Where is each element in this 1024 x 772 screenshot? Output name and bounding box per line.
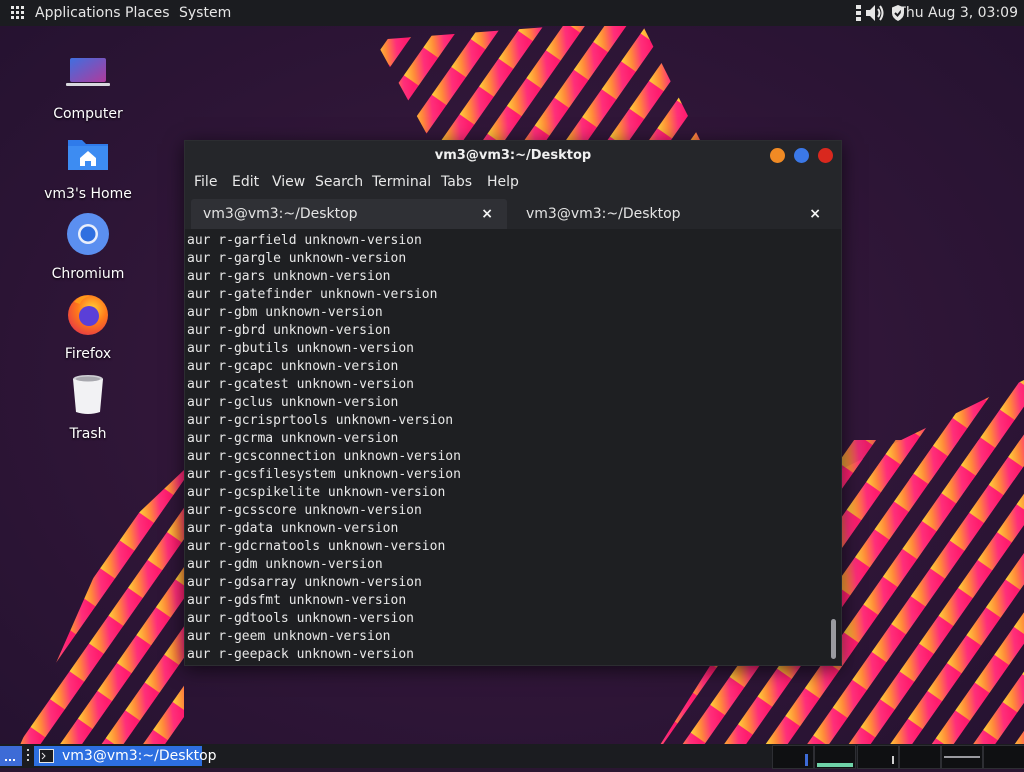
desktop-icon-home[interactable]: vm3's Home <box>40 130 136 202</box>
apps-grid-icon[interactable] <box>11 6 25 20</box>
tab-label: vm3@vm3:~/Desktop <box>203 206 358 222</box>
terminal-tab-2[interactable]: vm3@vm3:~/Desktop × <box>513 199 835 229</box>
output-line: aur r-geepack unknown-version <box>187 647 414 662</box>
network-icon[interactable] <box>855 3 863 23</box>
output-line: aur r-gdm unknown-version <box>187 557 383 572</box>
handle-icon <box>27 749 29 761</box>
output-line: aur r-gdcrnatools unknown-version <box>187 539 446 554</box>
output-line: aur r-gargle unknown-version <box>187 251 407 266</box>
menu-help[interactable]: Help <box>487 171 519 193</box>
trash-icon <box>73 375 103 414</box>
desktop-icon-trash[interactable]: Trash <box>40 370 136 442</box>
computer-icon <box>66 58 110 86</box>
workspace-preview <box>892 756 894 764</box>
output-line: aur r-gdsfmt unknown-version <box>187 593 407 608</box>
system-menu[interactable]: System <box>179 0 231 26</box>
maximize-button[interactable] <box>794 148 809 163</box>
output-line: aur r-geem unknown-version <box>187 629 391 644</box>
menu-search[interactable]: Search <box>315 171 363 193</box>
output-line: aur r-gcrma unknown-version <box>187 431 399 446</box>
output-line: aur r-gbm unknown-version <box>187 305 383 320</box>
desktop-icon-label: vm3's Home <box>44 186 132 202</box>
workspace-preview <box>944 756 980 758</box>
desktop-icon-label: Firefox <box>64 346 112 362</box>
tab-close-icon[interactable]: × <box>809 199 821 229</box>
show-desktop-icon <box>5 759 15 761</box>
firefox-icon <box>68 295 108 335</box>
workspace-5[interactable] <box>941 745 983 769</box>
terminal-scrollbar[interactable] <box>827 231 839 663</box>
menu-terminal[interactable]: Terminal <box>372 171 431 193</box>
minimize-button[interactable] <box>770 148 785 163</box>
desktop-icon-firefox[interactable]: Firefox <box>40 290 136 362</box>
terminal-tab-1[interactable]: vm3@vm3:~/Desktop × <box>191 199 507 229</box>
workspace-2[interactable] <box>814 745 856 769</box>
output-line: aur r-gcsfilesystem unknown-version <box>187 467 461 482</box>
terminal-output[interactable]: aur r-garfield unknown-version aur r-garg… <box>185 231 825 663</box>
desktop-icon-label: Chromium <box>51 266 125 282</box>
output-line: aur r-gclus unknown-version <box>187 395 399 410</box>
bottom-taskbar: vm3@vm3:~/Desktop <box>0 744 1024 769</box>
menu-file[interactable]: File <box>194 171 217 193</box>
output-line: aur r-gbutils unknown-version <box>187 341 414 356</box>
output-line: aur r-gdsarray unknown-version <box>187 575 422 590</box>
workspace-preview <box>805 754 808 766</box>
output-line: aur r-gcsscore unknown-version <box>187 503 422 518</box>
workspace-preview <box>817 763 853 767</box>
desktop-icon-label: Computer <box>53 106 123 122</box>
desktop-icon-computer[interactable]: Computer <box>40 50 136 122</box>
chromium-icon <box>67 213 109 255</box>
output-line: aur r-gcapc unknown-version <box>187 359 399 374</box>
output-line: aur r-gcspikelite unknown-version <box>187 485 446 500</box>
menu-edit[interactable]: Edit <box>232 171 259 193</box>
terminal-window[interactable]: vm3@vm3:~/Desktop File Edit View Search … <box>184 140 842 666</box>
tab-close-icon[interactable]: × <box>481 199 493 229</box>
workspace-6[interactable] <box>983 745 1024 769</box>
scrollbar-thumb[interactable] <box>831 619 836 659</box>
window-title: vm3@vm3:~/Desktop <box>434 148 592 163</box>
terminal-tabbar: vm3@vm3:~/Desktop × vm3@vm3:~/Desktop × <box>185 195 841 229</box>
close-button[interactable] <box>818 148 833 163</box>
menu-tabs[interactable]: Tabs <box>441 171 472 193</box>
taskbar-terminal-button[interactable]: vm3@vm3:~/Desktop <box>34 746 217 766</box>
output-line: aur r-gcatest unknown-version <box>187 377 414 392</box>
workspace-1[interactable] <box>772 745 814 769</box>
terminal-menubar: File Edit View Search Terminal Tabs Help <box>185 171 841 195</box>
panel-clock[interactable]: Thu Aug 3, 03:09 <box>897 0 1018 26</box>
desktop-icon-chromium[interactable]: Chromium <box>40 210 136 282</box>
workspace-3[interactable] <box>857 745 899 769</box>
applications-menu[interactable]: Applications <box>35 0 121 26</box>
home-folder-icon <box>68 140 108 170</box>
tab-label: vm3@vm3:~/Desktop <box>526 206 681 222</box>
output-lines: aur r-garfield unknown-version aur r-garg… <box>187 232 461 663</box>
output-line: aur r-gcsconnection unknown-version <box>187 449 461 464</box>
show-desktop-button[interactable] <box>0 746 22 766</box>
desktop-icon-label: Trash <box>69 426 107 442</box>
output-line: aur r-gdtools unknown-version <box>187 611 414 626</box>
places-menu[interactable]: Places <box>125 0 170 26</box>
top-panel: Applications Places System Thu Aug 3, 03… <box>0 0 1024 26</box>
window-titlebar[interactable]: vm3@vm3:~/Desktop <box>185 141 841 171</box>
output-line: aur r-gdata unknown-version <box>187 521 399 536</box>
terminal-icon <box>39 749 54 763</box>
output-line: aur r-gcrisprtools unknown-version <box>187 413 454 428</box>
taskbar-button-label: vm3@vm3:~/Desktop <box>62 748 217 764</box>
output-line: aur r-gbrd unknown-version <box>187 323 391 338</box>
output-line: aur r-gatefinder unknown-version <box>187 287 438 302</box>
volume-icon[interactable] <box>864 3 886 23</box>
menu-view[interactable]: View <box>272 171 305 193</box>
workspace-4[interactable] <box>899 745 941 769</box>
output-line: aur r-gars unknown-version <box>187 269 391 284</box>
output-line: aur r-garfield unknown-version <box>187 233 422 248</box>
